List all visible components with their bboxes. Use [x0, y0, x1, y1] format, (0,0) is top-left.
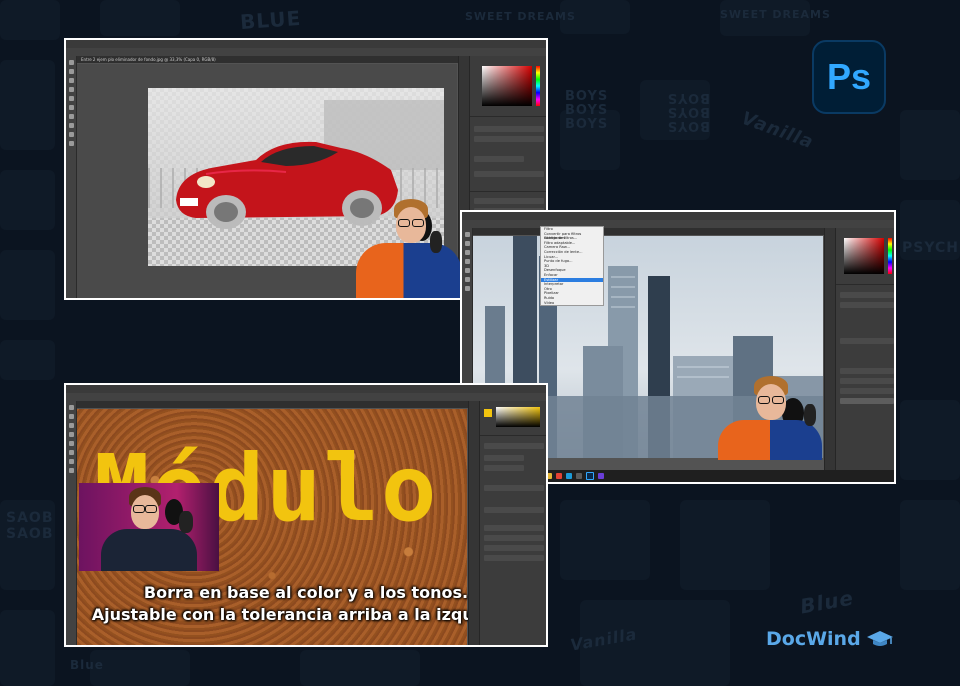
- brush-tool-icon[interactable]: [68, 114, 74, 119]
- browser-icon[interactable]: [556, 473, 562, 479]
- bg-word: Blue: [798, 585, 856, 619]
- bg-word: SWEET DREAMS: [465, 10, 576, 23]
- hue-slider[interactable]: [536, 66, 540, 106]
- bg-word: SWEET DREAMS: [720, 8, 831, 21]
- webcam-overlay: [352, 195, 462, 298]
- docwind-text: DocWind: [766, 628, 861, 650]
- marquee-tool-icon[interactable]: [464, 241, 470, 246]
- menu-bar: [66, 40, 546, 48]
- color-picker[interactable]: [496, 407, 540, 427]
- move-tool-icon[interactable]: [68, 405, 74, 410]
- bg-word: PSYCH: [902, 240, 959, 256]
- text-tool-icon[interactable]: [68, 141, 74, 146]
- photoshop-logo-icon: Ps: [812, 40, 886, 114]
- bg-word: BOYS BOYS BOYS: [565, 89, 609, 132]
- bg-word: Blue: [70, 658, 104, 672]
- person-body: [101, 529, 197, 571]
- eraser-tool-icon[interactable]: [68, 123, 74, 128]
- marquee-tool-icon[interactable]: [68, 69, 74, 74]
- menu-bar: [462, 212, 894, 220]
- app-icon[interactable]: [598, 473, 604, 479]
- person-body: [356, 243, 462, 298]
- eyedropper-tool-icon[interactable]: [68, 105, 74, 110]
- bg-word: BOYS BOYS BOYS: [666, 90, 710, 133]
- panel-icons-strip: [468, 401, 479, 645]
- document-tab[interactable]: Entre 2 ejem plo eliminador de fondo.jpg…: [77, 56, 461, 63]
- graduation-cap-icon: [866, 631, 893, 646]
- eraser-tool-icon[interactable]: [464, 277, 470, 282]
- color-picker[interactable]: [844, 238, 884, 274]
- document-tab[interactable]: [77, 401, 471, 408]
- edge-icon[interactable]: [566, 473, 572, 479]
- crop-tool-icon[interactable]: [68, 441, 74, 446]
- lasso-tool-icon[interactable]: [68, 78, 74, 83]
- brush-tool-icon[interactable]: [464, 268, 470, 273]
- menu-bar: [66, 385, 546, 393]
- store-icon[interactable]: [576, 473, 582, 479]
- crop-tool-icon[interactable]: [464, 259, 470, 264]
- filter-menu[interactable]: Filtro Convertir para filtros inteligent…: [540, 226, 604, 307]
- move-tool-icon[interactable]: [68, 60, 74, 65]
- text-tool-icon[interactable]: [464, 286, 470, 291]
- right-panels: [479, 401, 546, 645]
- menu-item[interactable]: Vídeo: [541, 301, 603, 306]
- lasso-tool-icon[interactable]: [68, 423, 74, 428]
- hue-slider[interactable]: [888, 238, 892, 274]
- eraser-tool-icon[interactable]: [68, 459, 74, 464]
- brush-tool-icon[interactable]: [68, 450, 74, 455]
- document-tab[interactable]: [473, 228, 827, 235]
- docwind-logo: DocWind: [766, 628, 894, 650]
- gradient-tool-icon[interactable]: [68, 132, 74, 137]
- ps-logo-text: Ps: [826, 56, 872, 97]
- wand-tool-icon[interactable]: [68, 87, 74, 92]
- wand-tool-icon[interactable]: [68, 432, 74, 437]
- crop-tool-icon[interactable]: [68, 96, 74, 101]
- marquee-tool-icon[interactable]: [68, 414, 74, 419]
- move-tool-icon[interactable]: [464, 232, 470, 237]
- right-panels: [835, 228, 894, 482]
- webcam-overlay: [718, 368, 826, 460]
- webcam-overlay: [79, 483, 219, 571]
- bg-word: BLUE: [239, 5, 302, 35]
- lasso-tool-icon[interactable]: [464, 250, 470, 255]
- text-tool-icon[interactable]: [68, 468, 74, 473]
- person-body: [718, 420, 822, 460]
- screenshot-modulo-poster: Módulo Borra en base al color y a los to…: [64, 383, 548, 647]
- color-picker[interactable]: [482, 66, 532, 106]
- bg-word: SAOB SAOB: [6, 510, 54, 542]
- bg-word: Vanilla: [738, 107, 817, 154]
- tools-panel: [66, 56, 77, 298]
- photoshop-taskbar-icon[interactable]: [586, 472, 594, 480]
- foreground-color-swatch[interactable]: [484, 409, 492, 417]
